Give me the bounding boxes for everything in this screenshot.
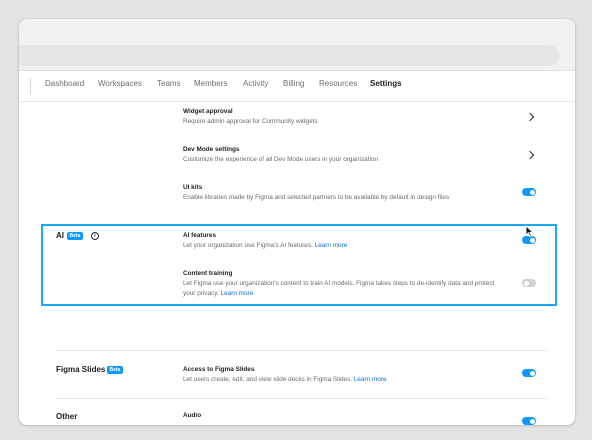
dev-mode-title: Dev Mode settings: [183, 146, 240, 153]
chevron-right-icon[interactable]: [525, 112, 535, 122]
slides-access-toggle[interactable]: [522, 369, 536, 377]
slides-access-description: Let users create, edit, and view slide d…: [183, 376, 387, 383]
tab-billing[interactable]: Billing: [283, 79, 304, 88]
browser-chrome: [19, 19, 575, 71]
chevron-right-icon[interactable]: [525, 150, 535, 160]
ui-kits-toggle[interactable]: [522, 188, 536, 196]
mouse-pointer-icon: [525, 225, 534, 238]
slides-access-title: Access to Figma Slides: [183, 366, 255, 373]
section-divider: [56, 398, 546, 399]
tab-activity[interactable]: Activity: [243, 79, 268, 88]
address-bar[interactable]: [19, 45, 559, 66]
section-divider: [56, 350, 546, 351]
dev-mode-description: Customize the experience of all Dev Mode…: [183, 156, 379, 163]
tab-settings[interactable]: Settings: [370, 79, 402, 88]
browser-window: Dashboard Workspaces Teams Members Activ…: [19, 19, 575, 425]
tab-resources[interactable]: Resources: [319, 79, 357, 88]
ai-section-highlight: [41, 224, 557, 306]
tab-teams[interactable]: Teams: [157, 79, 181, 88]
widget-approval-title: Widget approval: [183, 108, 233, 115]
tab-dashboard[interactable]: Dashboard: [45, 79, 84, 88]
admin-nav: Dashboard Workspaces Teams Members Activ…: [19, 71, 575, 102]
tab-members[interactable]: Members: [194, 79, 227, 88]
audio-toggle[interactable]: [522, 417, 536, 425]
ui-kits-title: UI kits: [183, 184, 203, 191]
other-section-label: Other: [56, 412, 78, 421]
learn-more-link[interactable]: Learn more: [354, 376, 387, 383]
widget-approval-description: Require admin approval for Community wid…: [183, 118, 318, 125]
ui-kits-description: Enable libraries made by Figma and selec…: [183, 194, 450, 201]
slides-section-label: Figma Slides: [56, 365, 106, 374]
nav-divider: [30, 78, 31, 94]
tab-workspaces[interactable]: Workspaces: [98, 79, 142, 88]
beta-badge: Beta: [107, 366, 123, 374]
audio-title: Audio: [183, 412, 202, 419]
